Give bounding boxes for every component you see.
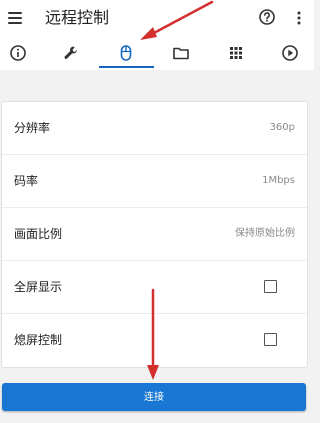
help-icon[interactable] [258, 8, 276, 26]
play-circle-icon [282, 45, 298, 61]
screen-off-checkbox[interactable] [264, 333, 277, 346]
bitrate-row[interactable]: 码率 1Mbps [2, 155, 307, 208]
bitrate-value: 1Mbps [262, 175, 295, 186]
tab-files[interactable] [161, 36, 201, 70]
tab-settings[interactable] [51, 36, 91, 70]
mouse-icon [120, 45, 132, 61]
wrench-icon [64, 46, 77, 59]
screen-off-row[interactable]: 熄屏控制 [2, 314, 307, 366]
apps-grid-icon [230, 47, 242, 59]
resolution-value: 360p [269, 122, 295, 133]
connect-button[interactable]: 连接 [2, 383, 306, 411]
aspect-ratio-value: 保持原始比例 [235, 228, 295, 239]
resolution-label: 分辨率 [14, 121, 51, 135]
screen-off-label: 熄屏控制 [14, 333, 63, 347]
menu-icon[interactable] [7, 9, 25, 27]
fullscreen-checkbox[interactable] [264, 280, 277, 293]
tab-apps[interactable] [216, 36, 256, 70]
aspect-ratio-row[interactable]: 画面比例 保持原始比例 [2, 208, 307, 261]
tab-media[interactable] [270, 36, 310, 70]
more-vertical-icon[interactable] [292, 9, 306, 27]
page-title: 远程控制 [45, 8, 110, 27]
resolution-row[interactable]: 分辨率 360p [2, 102, 307, 155]
fullscreen-row[interactable]: 全屏显示 [2, 261, 307, 314]
fullscreen-label: 全屏显示 [14, 280, 63, 294]
info-icon [10, 45, 26, 61]
settings-card: 分辨率 360p 码率 1Mbps 画面比例 保持原始比例 全屏显示 熄屏控制 [1, 101, 308, 368]
app-bar: 远程控制 [0, 0, 314, 36]
tab-bar [0, 36, 314, 70]
tab-indicator [99, 66, 154, 68]
folder-icon [173, 47, 189, 60]
aspect-ratio-label: 画面比例 [14, 227, 63, 241]
tab-info[interactable] [0, 36, 38, 70]
tab-mouse[interactable] [106, 36, 146, 70]
bitrate-label: 码率 [14, 174, 39, 188]
